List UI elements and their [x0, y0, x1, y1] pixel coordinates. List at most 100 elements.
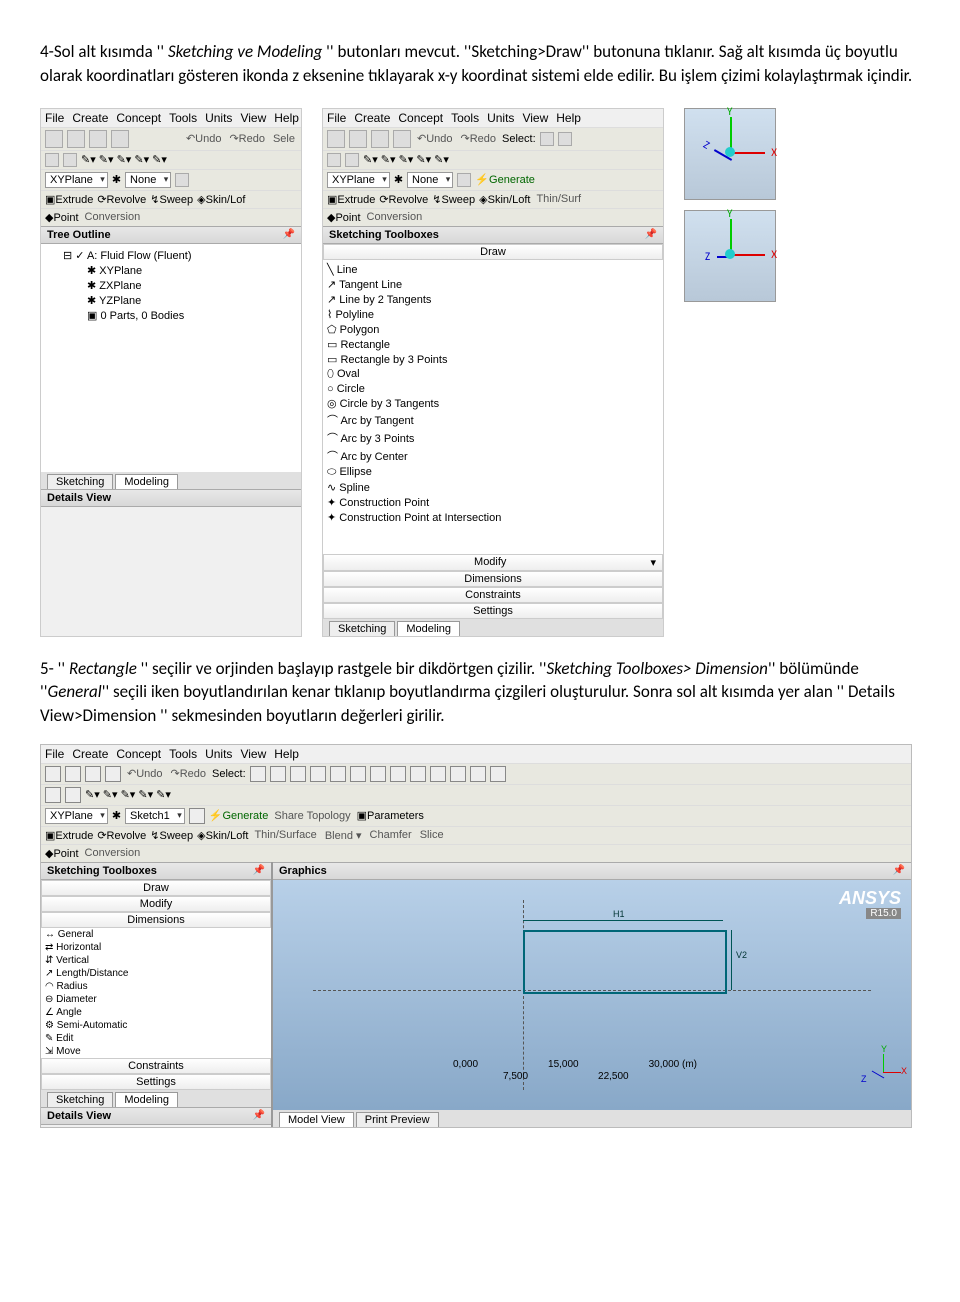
thinsurface-button[interactable]: Thin/Surface: [252, 829, 318, 841]
revolve-button[interactable]: ⟳Revolve: [97, 829, 146, 842]
sweep-button[interactable]: ↯Sweep: [150, 829, 193, 842]
tab-modeling[interactable]: Modeling: [115, 1092, 178, 1107]
draw-header[interactable]: Draw: [41, 880, 271, 896]
skinloft-button[interactable]: ◈Skin/Lof: [197, 193, 245, 206]
dim-diameter[interactable]: ⊖ Diameter: [41, 993, 271, 1006]
thinsurf-button[interactable]: Thin/Surf: [534, 193, 583, 205]
plane-dropdown[interactable]: XYPlane: [45, 172, 108, 188]
settings-header[interactable]: Settings: [41, 1074, 271, 1090]
save2-icon[interactable]: [89, 130, 107, 148]
sweep-button[interactable]: ↯Sweep: [432, 193, 475, 206]
save-icon[interactable]: [349, 130, 367, 148]
skinloft-button[interactable]: ◈Skin/Loft: [479, 193, 530, 206]
undo-button[interactable]: ↶Undo: [184, 132, 224, 145]
zoom-icon[interactable]: [410, 766, 426, 782]
mini-triad[interactable]: Y X Z: [863, 1052, 903, 1092]
filter-icon[interactable]: [290, 766, 306, 782]
point-button[interactable]: ◆Point: [45, 211, 79, 224]
menu-create[interactable]: Create: [72, 111, 108, 125]
blend-button[interactable]: Blend ▾: [323, 829, 364, 842]
parameters-button[interactable]: ▣Parameters: [357, 809, 424, 822]
modify-header[interactable]: Modify▾: [323, 554, 663, 571]
tree-zxplane[interactable]: ✱ ZXPlane: [47, 278, 295, 293]
filter-icon[interactable]: [350, 766, 366, 782]
pin-icon[interactable]: 📌: [253, 865, 265, 876]
revolve-button[interactable]: ⟳Revolve: [379, 193, 428, 206]
cursor-icon[interactable]: [540, 132, 554, 146]
point-button[interactable]: ◆Point: [327, 211, 361, 224]
coord-3d[interactable]: [684, 108, 776, 200]
chamfer-button[interactable]: Chamfer: [368, 829, 414, 841]
modify-header[interactable]: Modify: [41, 896, 271, 912]
zoombox-icon[interactable]: [430, 766, 446, 782]
filter-icon[interactable]: [310, 766, 326, 782]
redo-button[interactable]: ↷Redo: [459, 132, 499, 145]
sweep-button[interactable]: ↯Sweep: [150, 193, 193, 206]
pin-icon[interactable]: 📌: [283, 229, 295, 240]
tool-icon[interactable]: [45, 153, 59, 167]
rotate-icon[interactable]: [370, 766, 386, 782]
draw-header[interactable]: Draw: [323, 244, 663, 260]
draw-oval[interactable]: ⬯ Oval: [327, 367, 659, 382]
extrude-button[interactable]: ▣Extrude: [45, 829, 93, 842]
select-box-icon[interactable]: [270, 766, 286, 782]
sketch-dropdown[interactable]: Sketch1: [125, 808, 185, 824]
dim-horizontal[interactable]: ⇄ Horizontal: [41, 941, 271, 954]
dim-move[interactable]: ⇲ Move: [41, 1045, 271, 1058]
tool-icon[interactable]: [45, 787, 61, 803]
conversion-button[interactable]: Conversion: [83, 211, 143, 223]
draw-constr-point-int[interactable]: ✦ Construction Point at Intersection: [327, 510, 659, 525]
tool-icon[interactable]: [65, 787, 81, 803]
tool-icon[interactable]: [63, 153, 77, 167]
tab-printpreview[interactable]: Print Preview: [356, 1112, 439, 1127]
conversion-button[interactable]: Conversion: [83, 847, 143, 859]
cursor-icon[interactable]: [250, 766, 266, 782]
skinloft-button[interactable]: ◈Skin/Loft: [197, 829, 248, 842]
menu-units[interactable]: Units: [205, 111, 232, 125]
save-icon[interactable]: [67, 130, 85, 148]
slice-button[interactable]: Slice: [418, 829, 446, 841]
tree-yzplane[interactable]: ✱ YZPlane: [47, 293, 295, 308]
tree-xyplane[interactable]: ✱ XYPlane: [47, 263, 295, 278]
sketch-dropdown[interactable]: None: [125, 172, 171, 188]
dimensions-header[interactable]: Dimensions: [41, 912, 271, 928]
settings-header[interactable]: Settings: [323, 603, 663, 619]
camera-icon[interactable]: [105, 766, 121, 782]
tab-sketching[interactable]: Sketching: [329, 621, 395, 636]
view-icon[interactable]: [490, 766, 506, 782]
redo-button[interactable]: ↷Redo: [227, 132, 267, 145]
draw-spline[interactable]: ∿ Spline: [327, 480, 659, 495]
dim-length[interactable]: ↗ Length/Distance: [41, 967, 271, 980]
generate-button[interactable]: ⚡Generate: [209, 809, 269, 822]
save2-icon[interactable]: [85, 766, 101, 782]
pin-icon[interactable]: 📌: [645, 229, 657, 240]
undo-button[interactable]: ↶Undo: [125, 767, 165, 780]
point-button[interactable]: ◆Point: [45, 847, 79, 860]
sketch-icon[interactable]: [457, 173, 471, 187]
pin-icon[interactable]: 📌: [893, 865, 905, 876]
box-icon[interactable]: [558, 132, 572, 146]
tab-modelview[interactable]: Model View: [279, 1112, 354, 1127]
menu-concept[interactable]: Concept: [116, 111, 161, 125]
tab-sketching[interactable]: Sketching: [47, 1092, 113, 1107]
new-icon[interactable]: [327, 130, 345, 148]
new-icon[interactable]: [45, 130, 63, 148]
draw-tangent-line[interactable]: ↗ Tangent Line: [327, 277, 659, 292]
dim-vertical[interactable]: ⇵ Vertical: [41, 954, 271, 967]
draw-ellipse[interactable]: ⬭ Ellipse: [327, 465, 659, 480]
draw-circle-3-tangents[interactable]: ◎ Circle by 3 Tangents: [327, 396, 659, 411]
draw-line-2-tangents[interactable]: ↗ Line by 2 Tangents: [327, 292, 659, 307]
menu-file[interactable]: File: [45, 111, 64, 125]
dimensions-header[interactable]: Dimensions: [323, 571, 663, 587]
draw-constr-point[interactable]: ✦ Construction Point: [327, 495, 659, 510]
sketch-dropdown[interactable]: None: [407, 172, 453, 188]
draw-arc-tangent[interactable]: ⌒ Arc by Tangent: [327, 411, 659, 429]
dim-semiauto[interactable]: ⚙ Semi-Automatic: [41, 1019, 271, 1032]
menubar[interactable]: FileCreateConceptToolsUnitsViewHelp: [323, 109, 663, 127]
constraints-header[interactable]: Constraints: [41, 1058, 271, 1074]
draw-arc-center[interactable]: ⌒ Arc by Center: [327, 447, 659, 465]
coord-xy[interactable]: [684, 210, 776, 302]
menubar[interactable]: FileCreateConceptToolsUnitsViewHelp: [41, 745, 911, 763]
tab-sketching[interactable]: Sketching: [47, 474, 113, 489]
draw-polyline[interactable]: ⌇ Polyline: [327, 307, 659, 322]
